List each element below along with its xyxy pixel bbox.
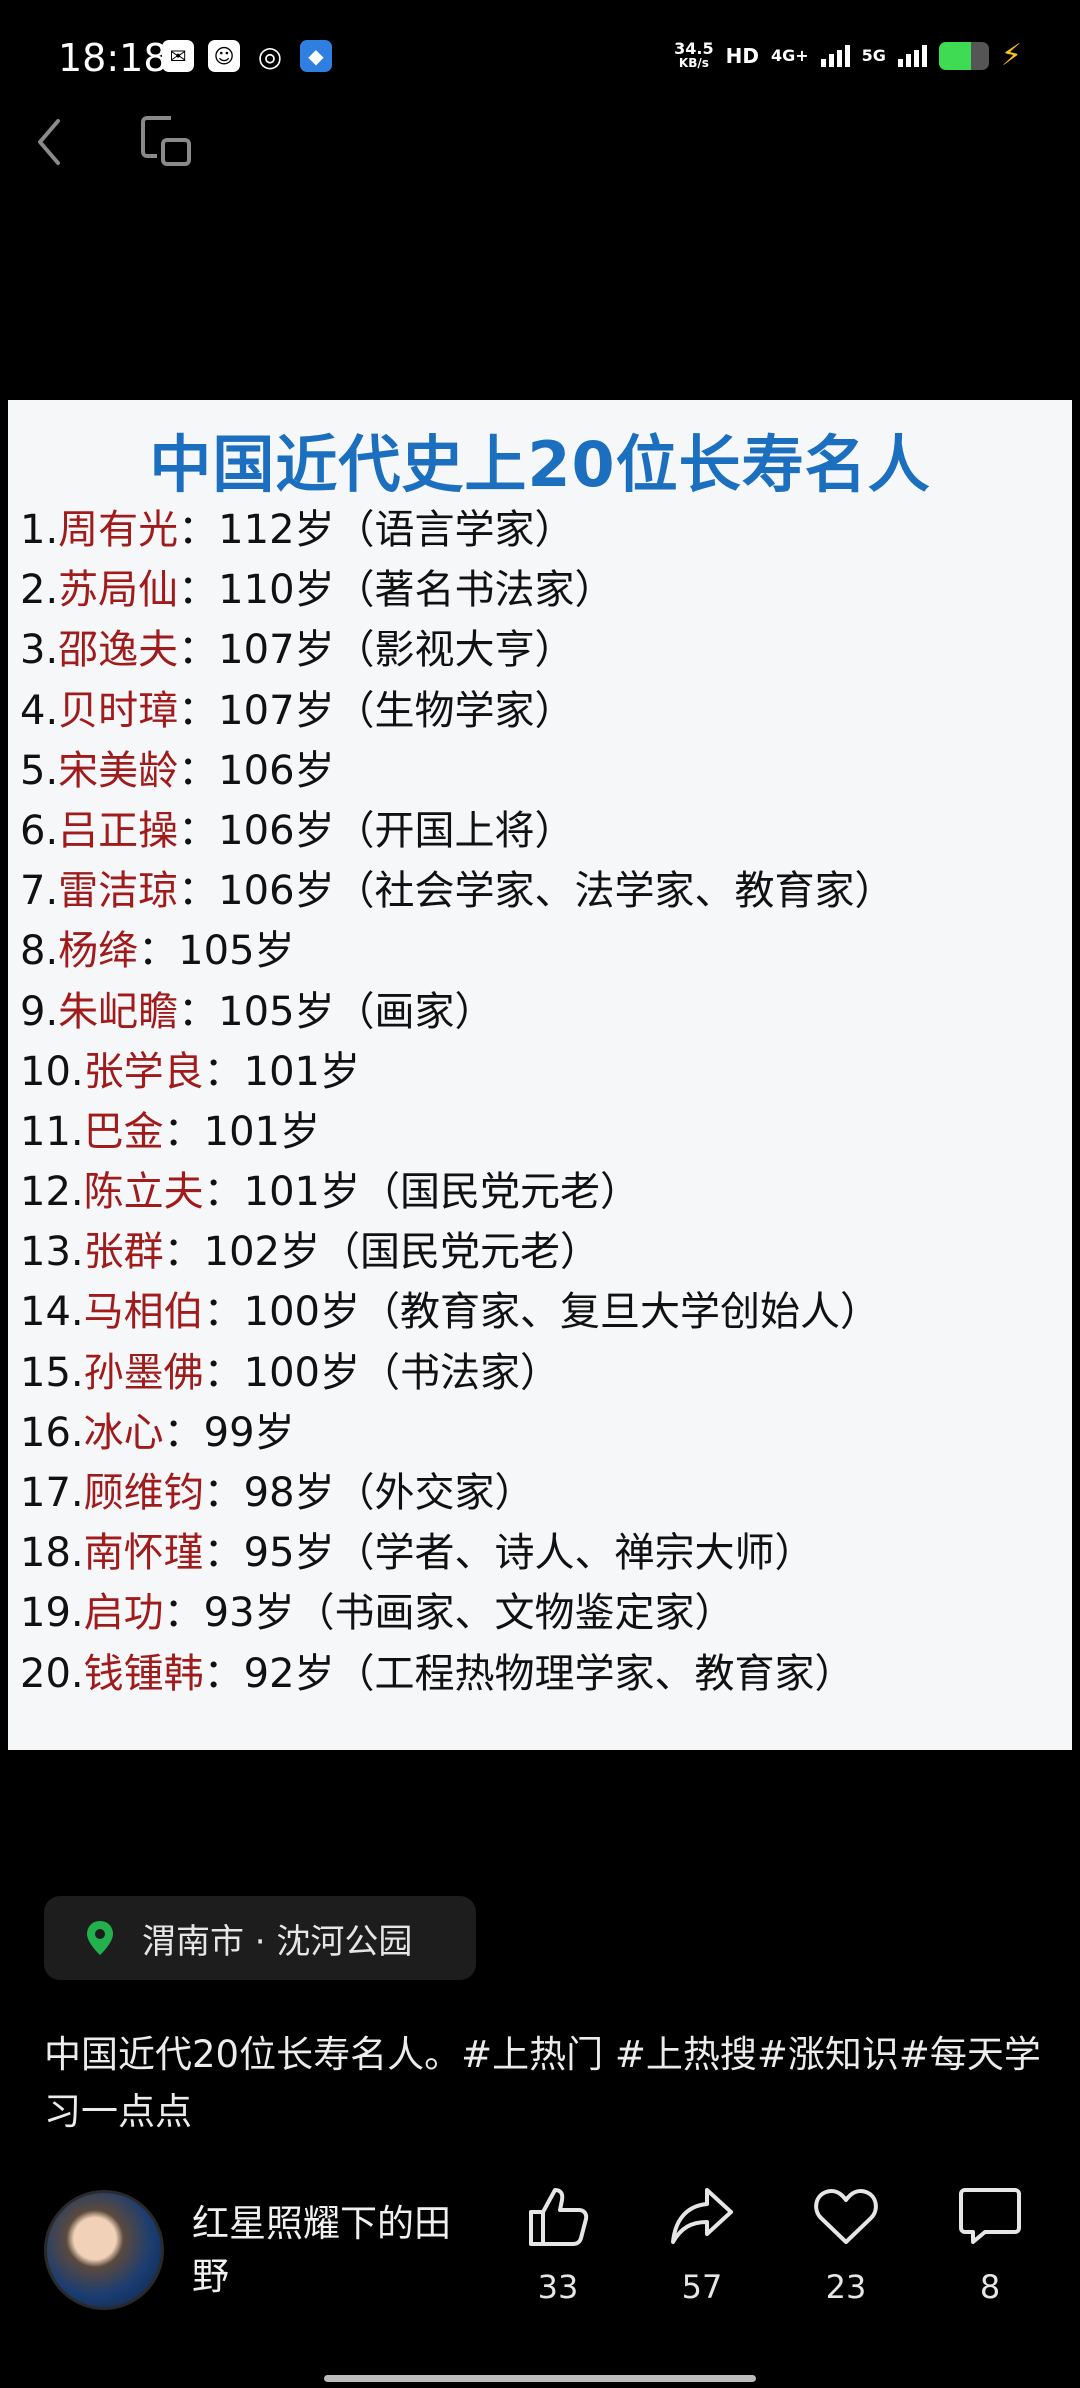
image-title: 中国近代史上20位长寿名人	[149, 428, 931, 501]
list-item: 7.雷洁琼：106岁（社会学家、法学家、教育家）	[20, 868, 895, 915]
comment-button[interactable]: 8	[935, 2182, 1045, 2306]
status-bar: 18:18 ✉ ☺ ◎ ◆ 34.5 KB/s HD 4G+ 5G ⚡	[0, 0, 1080, 110]
share-count: 57	[681, 2268, 723, 2306]
status-time: 18:18	[58, 36, 168, 80]
battery-fill	[938, 41, 971, 70]
list-item: 13.张群：102岁（国民党元老）	[20, 1229, 600, 1276]
comment-count: 8	[979, 2268, 1001, 2306]
charging-icon: ⚡	[1000, 38, 1022, 73]
network-speed: 34.5 KB/s	[674, 38, 714, 70]
list-item: 5.宋美龄：106岁	[20, 747, 335, 794]
list-item: 20.钱锺韩：92岁（工程热物理学家、教育家）	[20, 1650, 855, 1697]
list-item: 8.杨绛：105岁	[20, 928, 295, 975]
floating-window-button[interactable]	[137, 112, 195, 170]
home-indicator[interactable]	[324, 2375, 756, 2382]
hd-badge: HD	[725, 43, 759, 68]
list-item: 10.张学良：101岁	[20, 1048, 360, 1095]
chevron-left-icon	[38, 119, 60, 165]
post-image[interactable]: 中国近代史上20位长寿名人 1.周有光：112岁（语言学家） 2.苏局仙：110…	[8, 400, 1072, 1750]
list-item: 4.贝时璋：107岁（生物学家）	[20, 687, 575, 734]
share-arrow-icon	[671, 2188, 733, 2244]
list-item: 14.马相伯：100岁（教育家、复旦大学创始人）	[20, 1289, 880, 1336]
author-info[interactable]: 红星照耀下的田野	[44, 2190, 482, 2310]
signal-5g-icon	[897, 44, 927, 67]
thumbs-up-icon	[529, 2188, 589, 2246]
list-item: 18.南怀瑾：95岁（学者、诗人、禅宗大师）	[20, 1530, 815, 1577]
swirl-app-icon: ◎	[257, 39, 283, 73]
share-button[interactable]: 57	[647, 2182, 757, 2306]
list-item: 12.陈立夫：101岁（国民党元老）	[20, 1169, 640, 1216]
location-text: 渭南市 · 沈河公园	[142, 1921, 413, 1962]
list-item: 17.顾维钧：98岁（外交家）	[20, 1470, 535, 1516]
battery-icon	[938, 41, 989, 70]
favorite-count: 23	[825, 2268, 867, 2306]
location-pin-icon	[87, 1921, 113, 1955]
list-item: 16.冰心：99岁	[20, 1409, 295, 1456]
avatar-app-icon: ☺	[208, 40, 240, 72]
list-item: 3.邵逸夫：107岁（影视大亨）	[20, 627, 575, 674]
avatar[interactable]	[44, 2190, 164, 2310]
author-name[interactable]: 红星照耀下的田野	[192, 2197, 482, 2303]
status-indicators: 34.5 KB/s HD 4G+ 5G ⚡	[674, 38, 1022, 73]
back-button[interactable]	[34, 112, 74, 172]
network-4g-label: 4G+	[770, 46, 809, 65]
list-item: 1.周有光：112岁（语言学家）	[20, 507, 575, 553]
list-item: 2.苏局仙：110岁（著名书法家）	[20, 567, 615, 614]
status-app-icons: ✉ ☺ ◎ ◆	[162, 39, 332, 73]
list-item: 19.启功：93岁（书画家、文物鉴定家）	[20, 1590, 735, 1637]
entry-list: 1.周有光：112岁（语言学家） 2.苏局仙：110岁（著名书法家） 3.邵逸夫…	[20, 500, 895, 1704]
favorite-button[interactable]: 23	[791, 2182, 901, 2306]
signal-4g-icon	[820, 44, 850, 67]
post-caption[interactable]: 中国近代20位长寿名人。#上热门 #上热搜#涨知识#每天学习一点点	[44, 2026, 1044, 2140]
like-count: 33	[537, 2268, 579, 2306]
network-5g-label: 5G	[861, 46, 886, 65]
heart-icon	[814, 2189, 878, 2244]
comment-bubble-icon	[959, 2188, 1021, 2244]
blue-app-icon: ◆	[300, 40, 332, 72]
list-item: 9.朱屺瞻：105岁（画家）	[20, 988, 495, 1035]
window-icon	[141, 116, 191, 166]
list-item: 15.孙墨佛：100岁（书法家）	[20, 1349, 560, 1396]
list-item: 11.巴金：101岁	[20, 1108, 320, 1155]
wechat-icon: ✉	[162, 40, 194, 72]
like-button[interactable]: 33	[503, 2182, 613, 2306]
location-tag[interactable]: 渭南市 · 沈河公园	[44, 1896, 476, 1980]
list-item: 6.吕正操：106岁（开国上将）	[20, 807, 575, 854]
